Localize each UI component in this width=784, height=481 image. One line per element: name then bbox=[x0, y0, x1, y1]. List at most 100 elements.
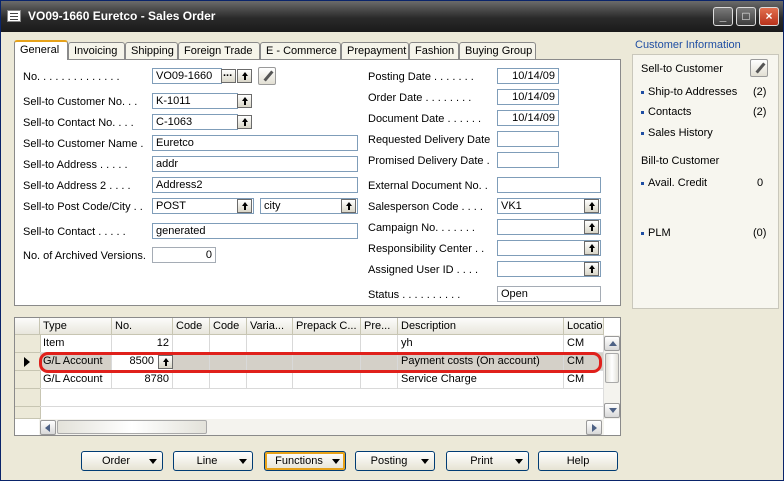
cell-no[interactable]: 8780 bbox=[112, 371, 173, 389]
post-code-lookup-button[interactable] bbox=[237, 199, 252, 213]
col-code-1[interactable]: Code bbox=[173, 318, 210, 335]
col-variant[interactable]: Varia... bbox=[247, 318, 293, 335]
close-button[interactable]: × bbox=[759, 7, 779, 26]
cell-code[interactable] bbox=[173, 353, 210, 371]
cell-pre[interactable] bbox=[361, 371, 398, 389]
no-field[interactable]: VO09-1660 bbox=[152, 68, 222, 84]
order-button[interactable]: Order bbox=[81, 451, 163, 471]
cell-code[interactable] bbox=[173, 371, 210, 389]
promised-delivery-date-field[interactable] bbox=[497, 152, 559, 168]
responsibility-center-lookup-button[interactable] bbox=[584, 241, 599, 255]
scroll-down-button[interactable] bbox=[604, 403, 620, 418]
row-selector[interactable] bbox=[15, 389, 41, 407]
contacts-link[interactable]: Contacts bbox=[641, 106, 691, 118]
print-button[interactable]: Print bbox=[446, 451, 529, 471]
sell-to-contact-no-field[interactable]: C-1063 bbox=[152, 114, 238, 130]
salesperson-lookup-button[interactable] bbox=[584, 199, 599, 213]
cell-description[interactable]: yh bbox=[398, 335, 564, 353]
assist-edit-button[interactable] bbox=[221, 67, 236, 83]
scroll-right-button[interactable] bbox=[586, 420, 602, 435]
col-prepack[interactable]: Prepack C... bbox=[293, 318, 361, 335]
cell-pre[interactable] bbox=[361, 353, 398, 371]
no-lookup-button[interactable] bbox=[158, 355, 173, 369]
col-pre[interactable]: Pre... bbox=[361, 318, 398, 335]
cell-prepack[interactable] bbox=[293, 371, 361, 389]
col-type[interactable]: Type bbox=[40, 318, 112, 335]
row-selector[interactable] bbox=[15, 407, 41, 419]
requested-delivery-date-field[interactable] bbox=[497, 131, 559, 147]
col-description[interactable]: Description bbox=[398, 318, 564, 335]
current-row-indicator[interactable] bbox=[15, 353, 41, 371]
help-button[interactable]: Help bbox=[538, 451, 618, 471]
campaign-lookup-button[interactable] bbox=[584, 220, 599, 234]
assigned-user-lookup-button[interactable] bbox=[584, 262, 599, 276]
external-document-no-field[interactable] bbox=[497, 177, 601, 193]
cell-description[interactable]: Payment costs (On account) bbox=[398, 353, 564, 371]
col-no[interactable]: No. bbox=[112, 318, 173, 335]
col-location[interactable]: Locatio bbox=[564, 318, 604, 335]
scroll-up-button[interactable] bbox=[604, 336, 620, 351]
cell-type[interactable]: G/L Account bbox=[40, 353, 112, 371]
title-bar[interactable]: VO09-1660 Euretco - Sales Order _ □ × bbox=[1, 1, 783, 32]
posting-date-field[interactable]: 10/14/09 bbox=[497, 68, 559, 84]
cell-variant[interactable] bbox=[247, 371, 293, 389]
sell-to-customer-name-field[interactable]: Euretco bbox=[152, 135, 358, 151]
sales-history-link[interactable]: Sales History bbox=[641, 127, 713, 139]
cell-code[interactable] bbox=[173, 335, 210, 353]
tab-shipping[interactable]: Shipping bbox=[125, 42, 178, 59]
cell-type[interactable]: G/L Account bbox=[40, 371, 112, 389]
minimize-button[interactable]: _ bbox=[713, 7, 733, 26]
cell-pre[interactable] bbox=[361, 335, 398, 353]
sell-to-contact-lookup-button[interactable] bbox=[237, 115, 252, 129]
no-lookup-button[interactable] bbox=[237, 69, 252, 83]
ship-to-addresses-link[interactable]: Ship-to Addresses bbox=[641, 86, 737, 98]
sell-to-address-2-field[interactable]: Address2 bbox=[152, 177, 358, 193]
functions-button[interactable]: Functions bbox=[264, 451, 346, 471]
tab-prepayment[interactable]: Prepayment bbox=[341, 42, 409, 59]
tab-foreign-trade[interactable]: Foreign Trade bbox=[178, 42, 260, 59]
horizontal-scrollbar[interactable] bbox=[39, 419, 604, 435]
cell-code[interactable] bbox=[210, 371, 247, 389]
sell-to-customer-lookup-button[interactable] bbox=[237, 94, 252, 108]
cell-no[interactable]: 12 bbox=[112, 335, 173, 353]
tab-invoicing[interactable]: Invoicing bbox=[68, 42, 125, 59]
cell-prepack[interactable] bbox=[293, 335, 361, 353]
edit-pencil-icon[interactable] bbox=[258, 67, 276, 85]
cell-prepack[interactable] bbox=[293, 353, 361, 371]
cell-description[interactable]: Service Charge bbox=[398, 371, 564, 389]
line-button[interactable]: Line bbox=[173, 451, 253, 471]
vertical-scrollbar[interactable] bbox=[603, 335, 620, 419]
col-code-2[interactable]: Code bbox=[210, 318, 247, 335]
horizontal-scroll-thumb[interactable] bbox=[57, 420, 207, 434]
row-selector[interactable] bbox=[15, 335, 41, 353]
cell-code[interactable] bbox=[210, 353, 247, 371]
document-date-field[interactable]: 10/14/09 bbox=[497, 110, 559, 126]
sell-to-edit-pencil-icon[interactable] bbox=[750, 59, 768, 77]
cell-code[interactable] bbox=[210, 335, 247, 353]
vertical-scroll-thumb[interactable] bbox=[605, 353, 619, 383]
cell-location[interactable]: CM bbox=[564, 371, 604, 389]
maximize-button[interactable]: □ bbox=[736, 7, 756, 26]
cell-type[interactable]: Item bbox=[40, 335, 112, 353]
tab-general[interactable]: General bbox=[14, 40, 68, 60]
cell-variant[interactable] bbox=[247, 353, 293, 371]
tab-buying-group[interactable]: Buying Group bbox=[459, 42, 536, 59]
plm-link[interactable]: PLM bbox=[641, 227, 671, 239]
cell-location[interactable]: CM bbox=[564, 335, 604, 353]
ship-to-addresses-count: (2) bbox=[753, 86, 767, 98]
tab-fashion[interactable]: Fashion bbox=[409, 42, 459, 59]
row-selector[interactable] bbox=[15, 371, 41, 389]
city-lookup-button[interactable] bbox=[341, 199, 356, 213]
sell-to-address-field[interactable]: addr bbox=[152, 156, 358, 172]
order-date-label: Order Date . . . . . . . . bbox=[368, 92, 472, 104]
cell-location[interactable]: CM bbox=[564, 353, 604, 371]
sell-to-contact-field[interactable]: generated bbox=[152, 223, 358, 239]
scroll-left-button[interactable] bbox=[40, 420, 56, 435]
cell-variant[interactable] bbox=[247, 335, 293, 353]
order-date-field[interactable]: 10/14/09 bbox=[497, 89, 559, 105]
sell-to-customer-no-field[interactable]: K-1011 bbox=[152, 93, 238, 109]
posting-button[interactable]: Posting bbox=[355, 451, 435, 471]
avail-credit-link[interactable]: Avail. Credit bbox=[641, 177, 707, 189]
tab-e-commerce[interactable]: E - Commerce bbox=[260, 42, 341, 59]
empty-row[interactable] bbox=[40, 389, 604, 407]
